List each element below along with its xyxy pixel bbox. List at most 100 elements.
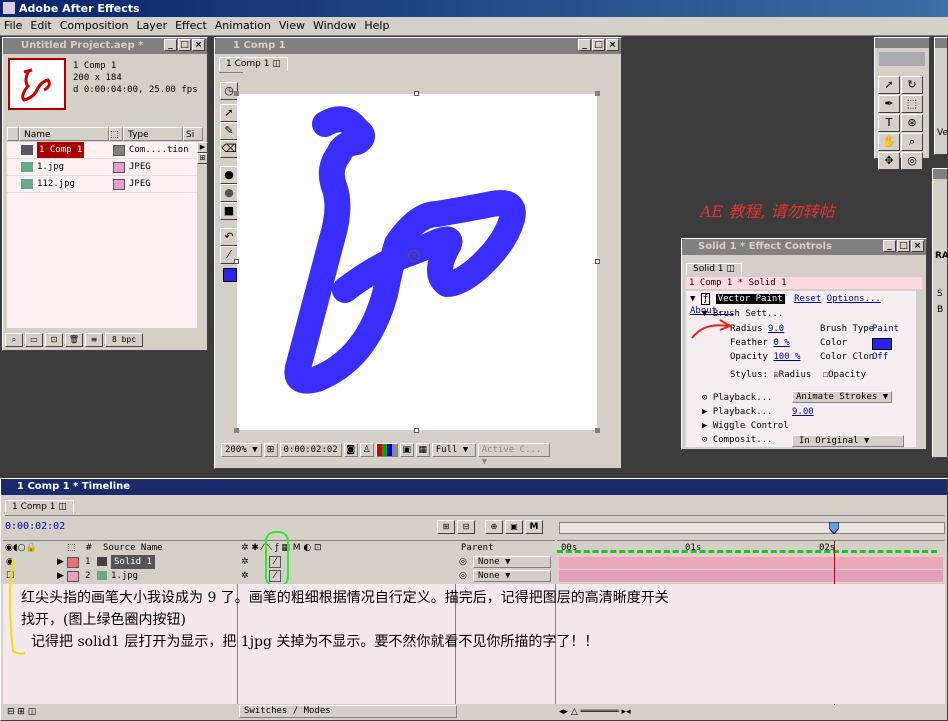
- time-indicator-handle-icon[interactable]: [828, 521, 840, 535]
- live-update-icon[interactable]: ⊕: [485, 520, 503, 534]
- layer-name[interactable]: Solid 1: [111, 555, 155, 569]
- brush-tool-icon[interactable]: ✎: [220, 122, 238, 140]
- channels-icon[interactable]: [375, 443, 398, 457]
- menu-layer[interactable]: Layer: [136, 19, 167, 32]
- expand-triangle-icon[interactable]: ▼: [690, 294, 695, 304]
- folder-icon[interactable]: ▭: [25, 333, 43, 347]
- pan-behind-tool-icon[interactable]: ✥: [878, 152, 900, 170]
- source-name-header[interactable]: Source Name: [103, 541, 163, 555]
- handle-tl[interactable]: [234, 91, 239, 96]
- effects-scrollbar[interactable]: [917, 291, 926, 447]
- menu-composition[interactable]: Composition: [60, 19, 129, 32]
- work-area-bar[interactable]: [559, 522, 945, 534]
- list-item[interactable]: 1 Comp 1 Com....tion: [7, 142, 197, 159]
- zoom-tool-icon[interactable]: ⌕: [901, 133, 923, 151]
- parent-select[interactable]: None ▼: [473, 570, 551, 582]
- handle-tr[interactable]: [595, 91, 600, 96]
- col-name-header[interactable]: Name: [19, 127, 109, 141]
- comp-marker-icon[interactable]: ⊞: [437, 520, 455, 534]
- fx-toggle-icon[interactable]: ƒ: [700, 293, 711, 305]
- zoom-slider[interactable]: ◂▸ △ ═══════ ▸◂: [559, 705, 631, 719]
- parent-select[interactable]: None ▼: [473, 556, 551, 568]
- timecode-display[interactable]: 0:00:02:02: [279, 443, 342, 457]
- minimize-button[interactable]: _: [883, 240, 896, 252]
- marquee-tool-icon[interactable]: ⬚: [901, 95, 923, 113]
- grid-icon[interactable]: ⊞: [263, 443, 278, 457]
- layer-name[interactable]: 1.jpg: [111, 569, 138, 583]
- tab-comp-1[interactable]: 1 Comp 1 ◫: [5, 500, 74, 514]
- eraser-tool-icon[interactable]: ⌫: [220, 140, 238, 158]
- new-comp-icon[interactable]: ⊡: [45, 333, 63, 347]
- hand-tool-icon[interactable]: ✋: [878, 133, 900, 151]
- minimize-button[interactable]: _: [578, 39, 591, 51]
- expand-triangle-icon[interactable]: ▶: [57, 555, 64, 569]
- minimize-button[interactable]: _: [164, 39, 177, 51]
- find-icon[interactable]: ⌕: [5, 333, 23, 347]
- selection-tool-icon[interactable]: ➚: [220, 104, 238, 122]
- col-type-header[interactable]: Type: [123, 127, 183, 141]
- layer-label-color[interactable]: [67, 557, 79, 568]
- menu-animation[interactable]: Animation: [215, 19, 271, 32]
- menu-window[interactable]: Window: [313, 19, 356, 32]
- anchor-point-icon[interactable]: ×: [408, 250, 420, 262]
- list-item[interactable]: 112.jpg JPEG: [7, 176, 197, 193]
- text-tool-icon[interactable]: T: [878, 114, 900, 132]
- bpc-button[interactable]: 8 bpc: [105, 333, 143, 347]
- camera-select[interactable]: Active C... ▼: [477, 443, 550, 467]
- item-label-color[interactable]: [113, 145, 125, 156]
- menu-view[interactable]: View: [279, 19, 305, 32]
- menu-file[interactable]: File: [4, 19, 22, 32]
- tab-comp-1[interactable]: 1 Comp 1 ◫: [219, 57, 288, 71]
- close-button[interactable]: ×: [192, 39, 205, 51]
- handle-br[interactable]: [595, 428, 600, 433]
- settings-icon[interactable]: ≡: [85, 333, 103, 347]
- radius-value[interactable]: 9.0: [768, 324, 784, 334]
- fx-toggle-icon[interactable]: ⊙: [702, 435, 707, 445]
- menu-help[interactable]: Help: [364, 19, 389, 32]
- zoom-select[interactable]: 200% ▼: [221, 443, 262, 457]
- fx-toggle-icon[interactable]: ⊙: [702, 393, 707, 403]
- draft-3d-icon[interactable]: ▣: [505, 520, 523, 534]
- opacity-value[interactable]: 100 %: [773, 352, 800, 362]
- parent-pick-icon[interactable]: ◎: [459, 569, 467, 583]
- shy-icon[interactable]: ✲: [241, 569, 249, 583]
- brush-square-icon[interactable]: ■: [220, 202, 238, 220]
- resolution-select[interactable]: Full ▼: [431, 443, 476, 457]
- playback-select[interactable]: Animate Strokes ▼: [792, 391, 892, 403]
- layer-bar-1-jpg[interactable]: [559, 570, 943, 582]
- brush-type-value[interactable]: Paint: [872, 322, 899, 336]
- comp-viewer[interactable]: ×: [234, 72, 617, 438]
- layer-bar-solid-1[interactable]: [559, 557, 943, 569]
- layer-label-color[interactable]: [67, 571, 79, 582]
- snapshot-icon[interactable]: ◙: [343, 443, 358, 457]
- color-swatch[interactable]: [872, 338, 892, 350]
- comp-flowchart-icon[interactable]: ⊟: [457, 520, 475, 534]
- motion-blur-icon[interactable]: M: [525, 520, 543, 534]
- item-label-color[interactable]: [113, 162, 125, 173]
- playback-speed-value[interactable]: 9.00: [792, 405, 814, 419]
- av-switches-icon[interactable]: ◉◖○🔒: [5, 541, 37, 555]
- expand-icons[interactable]: ⊟ ⊞ ◫: [7, 705, 36, 719]
- switches-modes-toggle[interactable]: Switches / Modes: [239, 705, 457, 718]
- handle-tm[interactable]: [414, 91, 419, 96]
- expand-triangle-icon[interactable]: ▶: [702, 421, 707, 431]
- label-color-header-icon[interactable]: ⬚: [109, 127, 123, 141]
- handle-bm[interactable]: [414, 428, 419, 433]
- trash-icon[interactable]: 🗑: [65, 333, 83, 347]
- undo-icon[interactable]: ↶: [220, 228, 238, 246]
- handle-mr[interactable]: [595, 259, 600, 264]
- parent-pick-icon[interactable]: ◎: [459, 555, 467, 569]
- reset-link[interactable]: Reset: [794, 294, 821, 304]
- menu-edit[interactable]: Edit: [30, 19, 51, 32]
- maximize-button[interactable]: □: [897, 240, 910, 252]
- item-label-color[interactable]: [113, 179, 125, 190]
- expand-triangle-icon[interactable]: ▶: [702, 407, 707, 417]
- camera-tool-icon[interactable]: ◎: [901, 152, 923, 170]
- selection-tool-icon[interactable]: ➚: [878, 76, 900, 94]
- list-item[interactable]: 1.jpg JPEG: [7, 159, 197, 176]
- options-link[interactable]: Options...: [827, 294, 881, 304]
- orbit-tool-icon[interactable]: ⊛: [901, 114, 923, 132]
- timeline-timecode[interactable]: 0:00:02:02: [5, 521, 65, 532]
- maximize-button[interactable]: □: [178, 39, 191, 51]
- col-size-header[interactable]: Si: [183, 127, 203, 141]
